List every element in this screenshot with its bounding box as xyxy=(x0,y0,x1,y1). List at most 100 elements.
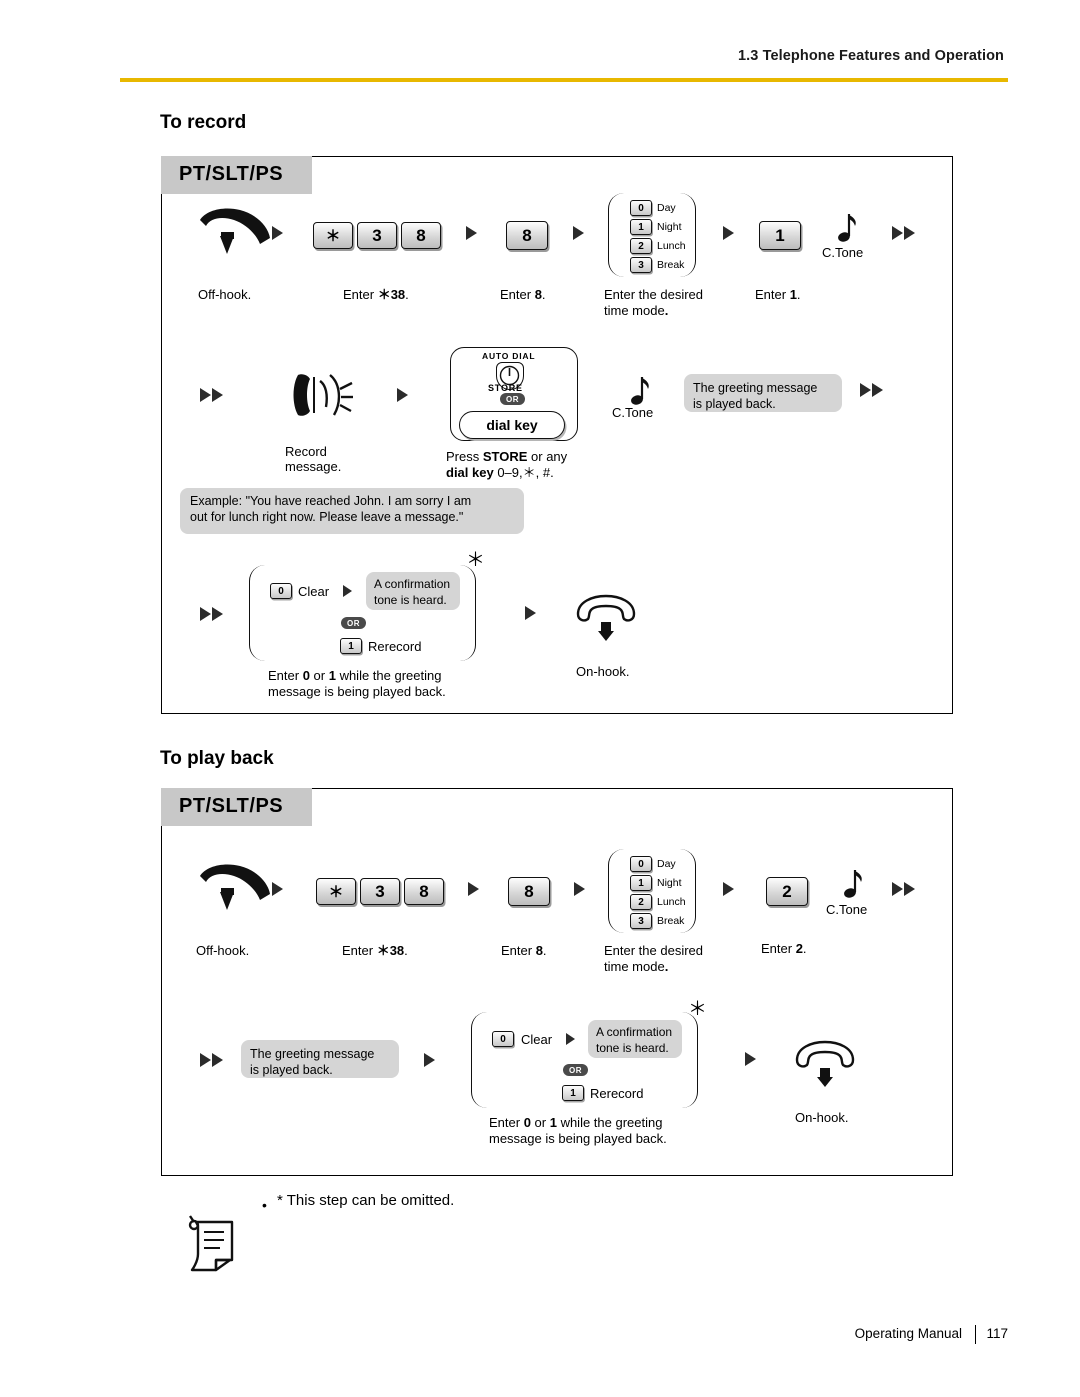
label-record-line1: Record xyxy=(285,444,327,459)
mode-row-break-playback: 3 Break xyxy=(630,913,684,929)
label-enter01-playback-l2: message is being played back. xyxy=(489,1131,667,1146)
key-8b-playback: 8 xyxy=(508,877,550,906)
or-badge-store: OR xyxy=(500,393,525,405)
label-time-mode-playback: time mode. xyxy=(604,959,669,974)
label-time-mode-record: time mode. xyxy=(604,303,669,318)
mode-key-1-record: 1 xyxy=(630,219,652,235)
arrow-5-playback xyxy=(424,1053,435,1067)
mode-row-night-record: 1 Night xyxy=(630,219,682,235)
or-badge-record-2: OR xyxy=(341,617,366,629)
arrow-3-record xyxy=(573,226,584,240)
callout-confirmation-record: A confirmation tone is heard. xyxy=(366,572,460,610)
mode-label-lunch-record: Lunch xyxy=(657,240,686,252)
label-ctone-playback: C.Tone xyxy=(826,902,868,917)
note-paper-icon xyxy=(180,1212,244,1278)
label-rerecord-record: Rerecord xyxy=(368,639,422,654)
callout-greeting-played-record: The greeting message is played back. xyxy=(684,374,842,412)
key-3-record: 3 xyxy=(357,222,397,249)
confirmation-tone-icon-playback xyxy=(837,868,865,902)
auto-dial-label: AUTO DIAL xyxy=(482,351,536,361)
mode-row-day-record: 0 Day xyxy=(630,200,676,216)
key-8a-record: 8 xyxy=(401,222,441,249)
label-clear-playback: Clear xyxy=(521,1032,553,1047)
key-1-rerecord-record: 1 xyxy=(340,638,362,654)
offhook-handset-icon-playback xyxy=(190,862,276,916)
mode-label-day-record: Day xyxy=(657,202,676,214)
key-8b-record: 8 xyxy=(506,221,548,250)
confirmation-tone-icon-record-2 xyxy=(624,375,652,409)
arrow-2-playback xyxy=(468,882,479,896)
mode-key-3-playback: 3 xyxy=(630,913,652,929)
footer-manual-label: Operating Manual xyxy=(854,1326,962,1341)
asterisk-playback: ＊ xyxy=(688,999,708,1020)
arrow-2-record xyxy=(466,226,477,240)
arrow-1-record xyxy=(272,226,283,240)
label-offhook-playback: Off-hook. xyxy=(196,943,250,958)
key-0-clear-playback: 0 xyxy=(492,1031,514,1047)
label-press-store-line1: Press STORE or any xyxy=(446,449,568,464)
label-onhook-playback: On-hook. xyxy=(795,1110,849,1125)
label-enter-star38-playback: Enter ＊38. xyxy=(342,943,408,958)
label-enter-8-playback: Enter 8. xyxy=(501,943,547,958)
mode-label-lunch-playback: Lunch xyxy=(657,896,686,908)
key-star-record: ＊ xyxy=(313,222,353,249)
label-ctone-record: C.Tone xyxy=(822,245,864,260)
note-text: * This step can be omitted. xyxy=(277,1192,455,1209)
mode-row-lunch-record: 2 Lunch xyxy=(630,238,686,254)
label-ctone-record-2: C.Tone xyxy=(612,405,654,420)
mode-key-2-playback: 2 xyxy=(630,894,652,910)
label-rerecord-playback: Rerecord xyxy=(590,1086,644,1101)
mode-key-2-record: 2 xyxy=(630,238,652,254)
mode-label-night-playback: Night xyxy=(657,877,682,889)
or-badge-playback: OR xyxy=(563,1064,588,1076)
footer-separator xyxy=(975,1325,976,1344)
note-bullet: • xyxy=(262,1197,267,1213)
label-enter01-record-l2: message is being played back. xyxy=(268,684,446,699)
mode-key-0-playback: 0 xyxy=(630,856,652,872)
mode-label-break-record: Break xyxy=(657,259,685,271)
onhook-handset-icon-record xyxy=(574,594,638,642)
footer-page-number: 117 xyxy=(986,1326,1008,1341)
label-record-line2: message. xyxy=(285,459,342,474)
arrow-4-record xyxy=(723,226,734,240)
header-rule xyxy=(120,78,1008,82)
mode-row-day-playback: 0 Day xyxy=(630,856,676,872)
key-star-playback: ＊ xyxy=(316,878,356,905)
label-offhook-record: Off-hook. xyxy=(198,287,252,302)
record-message-icon xyxy=(290,367,354,423)
arrow-3-playback xyxy=(574,882,585,896)
mode-row-night-playback: 1 Night xyxy=(630,875,682,891)
label-enter-desired-record: Enter the desired xyxy=(604,287,704,302)
mode-key-3-record: 3 xyxy=(630,257,652,273)
arrow-6-record xyxy=(525,606,536,620)
label-enter-2-playback: Enter 2. xyxy=(761,941,807,956)
label-enter01-playback-l1: Enter 0 or 1 while the greeting xyxy=(489,1115,663,1130)
section-title-to-play-back: To play back xyxy=(160,748,274,769)
callout-greeting-played-playback: The greeting message is played back. xyxy=(241,1040,399,1078)
mode-label-night-record: Night xyxy=(657,221,682,233)
confirmation-tone-icon-record xyxy=(831,212,859,246)
key-1-record: 1 xyxy=(759,221,801,250)
key-1-rerecord-playback: 1 xyxy=(562,1085,584,1101)
pt-slt-ps-tag-record: PT/SLT/PS xyxy=(161,156,312,194)
mode-label-break-playback: Break xyxy=(657,915,685,927)
label-enter-1-record: Enter 1. xyxy=(755,287,801,302)
arrow-5-record xyxy=(397,388,408,402)
label-enter-desired-playback: Enter the desired xyxy=(604,943,704,958)
mode-row-break-record: 3 Break xyxy=(630,257,684,273)
onhook-handset-icon-playback xyxy=(793,1040,857,1088)
label-enter-8-record: Enter 8. xyxy=(500,287,546,302)
label-press-store-line2: dial key 0–9,＊, #. xyxy=(446,465,554,480)
key-2-playback: 2 xyxy=(766,877,808,906)
offhook-handset-icon xyxy=(190,206,276,260)
mode-label-day-playback: Day xyxy=(657,858,676,870)
arrow-4-playback xyxy=(723,882,734,896)
arrow-6-playback xyxy=(745,1052,756,1066)
label-clear-record: Clear xyxy=(298,584,330,599)
mode-key-0-record: 0 xyxy=(630,200,652,216)
callout-confirmation-playback: A confirmation tone is heard. xyxy=(588,1020,682,1058)
callout-example-record: Example: "You have reached John. I am so… xyxy=(180,488,524,534)
dial-key-button: dial key xyxy=(459,411,565,439)
mode-key-1-playback: 1 xyxy=(630,875,652,891)
arrow-clear-playback xyxy=(566,1033,575,1045)
